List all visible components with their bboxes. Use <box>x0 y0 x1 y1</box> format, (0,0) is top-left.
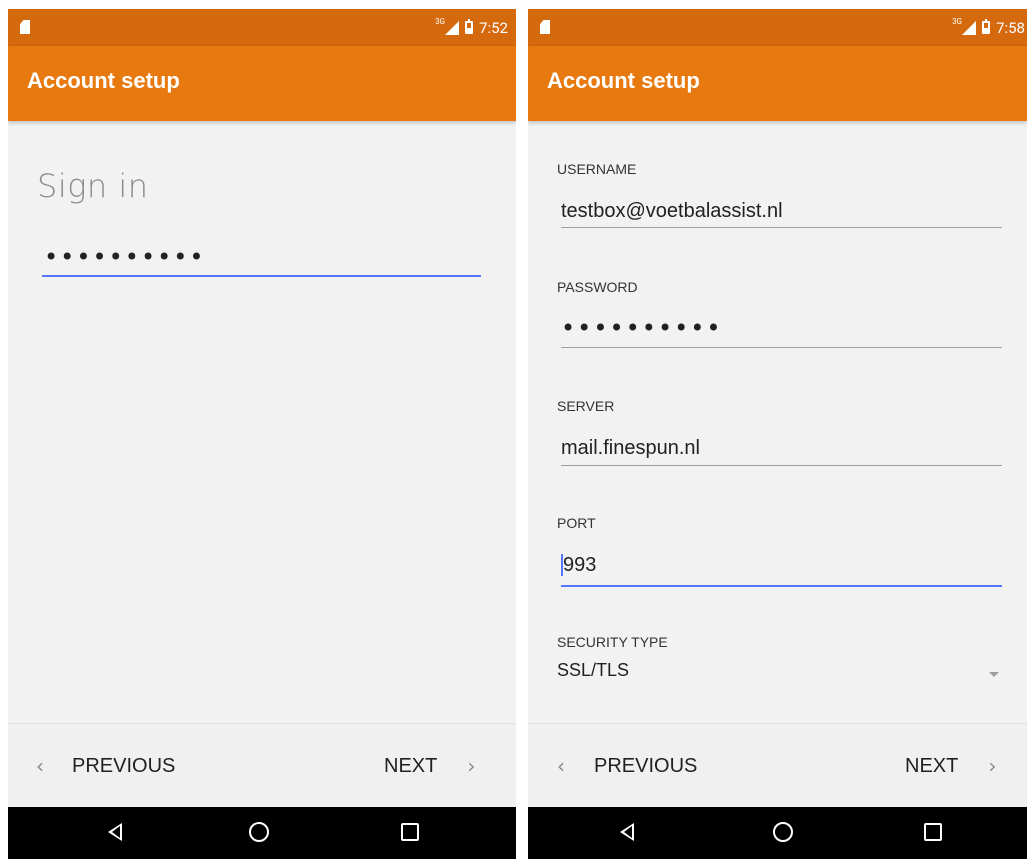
app-title: Account setup <box>547 68 700 93</box>
network-signal-icon: 3G <box>952 17 977 35</box>
previous-label: PREVIOUS <box>594 754 698 777</box>
recents-icon[interactable] <box>401 823 419 841</box>
network-type-label: 3G <box>952 16 963 26</box>
username-underline <box>561 227 1002 228</box>
sign-in-screen: 3G 7:52 Account setup Sign in ••••••••••… <box>8 9 516 859</box>
sim-icon <box>540 20 550 34</box>
network-type-label: 3G <box>435 16 446 26</box>
password-label: PASSWORD <box>557 279 638 295</box>
app-bar: Account setup <box>8 46 516 121</box>
system-navigation-bar <box>528 807 1027 859</box>
chevron-left-icon: ‹ <box>36 754 44 778</box>
password-input[interactable]: •••••••••• <box>44 243 206 271</box>
security-type-dropdown[interactable]: SSL/TLS <box>553 654 1003 688</box>
home-icon[interactable] <box>773 822 793 842</box>
status-time: 7:58 <box>996 18 1025 37</box>
password-underline <box>42 275 481 277</box>
status-indicators: 3G 7:52 <box>435 9 508 46</box>
dropdown-arrow-icon <box>989 672 999 677</box>
server-underline <box>561 465 1002 466</box>
server-settings-screen: 3G 7:58 Account setup USERNAME testbox@v… <box>528 9 1027 859</box>
battery-icon <box>982 19 991 34</box>
status-indicators: 3G 7:58 <box>952 9 1025 46</box>
username-input[interactable]: testbox@voetbalassist.nl <box>561 200 783 223</box>
port-label: PORT <box>557 515 596 531</box>
chevron-right-icon: › <box>467 754 476 778</box>
previous-button[interactable]: ‹ PREVIOUS <box>36 724 175 808</box>
previous-button[interactable]: ‹ PREVIOUS <box>557 724 697 808</box>
bottom-navigation: ‹ PREVIOUS NEXT › <box>528 723 1027 808</box>
battery-icon <box>465 19 474 34</box>
app-title: Account setup <box>27 68 180 93</box>
app-bar: Account setup <box>528 46 1027 121</box>
system-navigation-bar <box>8 807 516 859</box>
status-time: 7:52 <box>479 18 508 37</box>
status-bar: 3G 7:58 <box>528 9 1027 46</box>
next-label: NEXT <box>384 754 438 777</box>
server-input[interactable]: mail.finespun.nl <box>561 437 700 460</box>
server-label: SERVER <box>557 398 615 414</box>
recents-icon[interactable] <box>924 823 942 841</box>
next-button[interactable]: NEXT › <box>384 724 475 808</box>
network-signal-icon: 3G <box>435 17 460 35</box>
bottom-navigation: ‹ PREVIOUS NEXT › <box>8 723 516 808</box>
sign-in-heading: Sign in <box>37 167 149 205</box>
password-underline <box>561 347 1002 348</box>
password-input[interactable]: •••••••••• <box>561 314 723 342</box>
port-input[interactable]: 993 <box>563 554 596 577</box>
back-icon[interactable] <box>108 823 122 841</box>
next-label: NEXT <box>905 754 959 777</box>
back-icon[interactable] <box>620 823 634 841</box>
security-type-label: SECURITY TYPE <box>557 634 668 650</box>
security-type-value: SSL/TLS <box>557 660 630 680</box>
status-bar: 3G 7:52 <box>8 9 516 46</box>
port-underline <box>561 585 1002 587</box>
next-button[interactable]: NEXT › <box>905 724 996 808</box>
chevron-left-icon: ‹ <box>557 754 565 778</box>
chevron-right-icon: › <box>988 754 997 778</box>
home-icon[interactable] <box>249 822 269 842</box>
previous-label: PREVIOUS <box>72 754 176 777</box>
sim-icon <box>20 20 30 34</box>
username-label: USERNAME <box>557 161 637 177</box>
